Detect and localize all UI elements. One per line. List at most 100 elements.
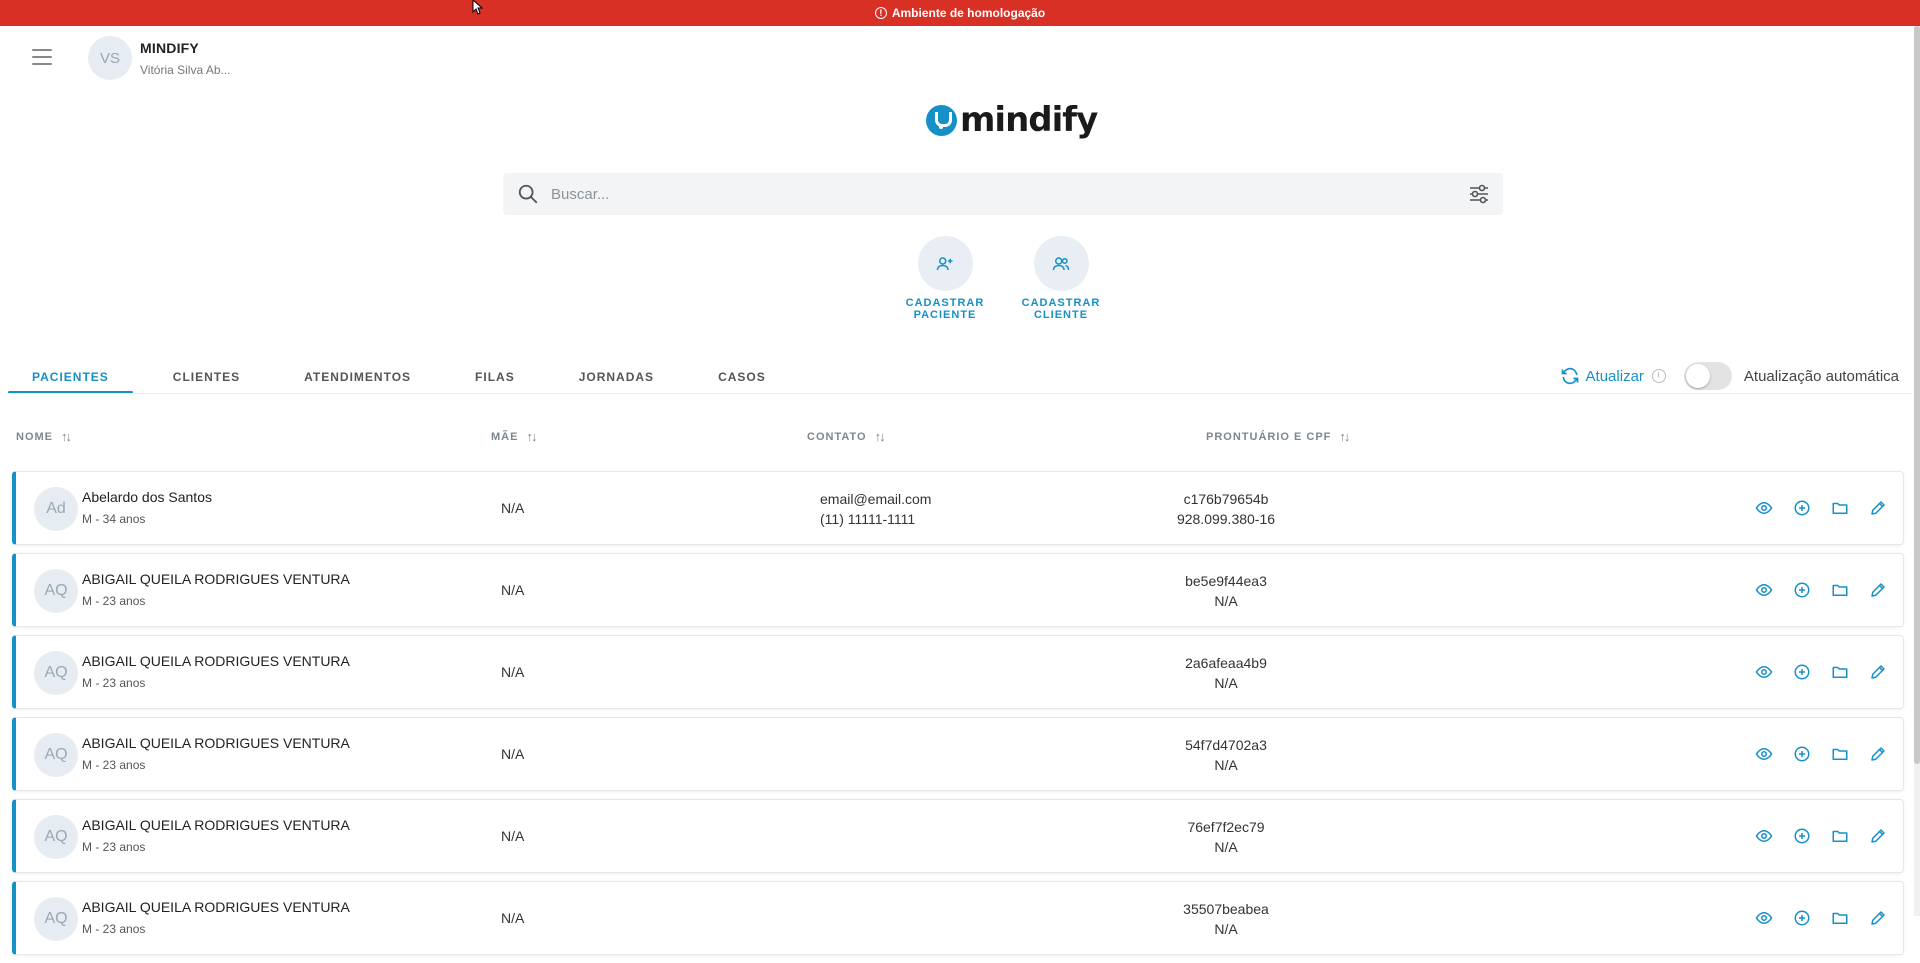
patient-row[interactable]: AQ ABIGAIL QUEILA RODRIGUES VENTURA M - … xyxy=(12,799,1904,873)
tab-jornadas[interactable]: JORNADAS xyxy=(555,362,678,392)
patient-cpf: 928.099.380-16 xyxy=(1176,511,1276,527)
avatar: AQ xyxy=(34,897,78,941)
add-circle-icon[interactable] xyxy=(1791,907,1813,929)
patient-mother: N/A xyxy=(501,664,525,680)
account-switcher[interactable]: VS MINDIFY Vitória Silva Ab... xyxy=(88,36,231,80)
folder-icon[interactable] xyxy=(1829,497,1851,519)
edit-icon[interactable] xyxy=(1867,579,1889,601)
column-header-mother-label: MÃE xyxy=(491,430,519,443)
add-circle-icon[interactable] xyxy=(1791,825,1813,847)
view-icon[interactable] xyxy=(1753,907,1775,929)
patient-cpf: N/A xyxy=(1214,757,1238,773)
patient-record-id: c176b79654b xyxy=(1183,491,1269,507)
filter-settings-icon[interactable] xyxy=(1467,182,1491,206)
avatar: AQ xyxy=(34,569,78,613)
search-input[interactable] xyxy=(551,185,1467,203)
refresh-button[interactable]: Atualizar xyxy=(1560,366,1644,386)
add-user-icon xyxy=(936,256,953,270)
view-icon[interactable] xyxy=(1753,825,1775,847)
folder-icon[interactable] xyxy=(1829,907,1851,929)
add-circle-icon[interactable] xyxy=(1791,579,1813,601)
register-patient-label: CADASTRAR PACIENTE xyxy=(905,297,985,321)
patient-email: email@email.com xyxy=(820,491,932,507)
search-bar xyxy=(503,173,1503,215)
patient-record-id: 2a6afeaa4b9 xyxy=(1185,655,1267,671)
refresh-icon xyxy=(1561,367,1578,385)
register-client-button[interactable]: CADASTRAR CLIENTE xyxy=(1006,236,1116,321)
view-icon[interactable] xyxy=(1753,497,1775,519)
sort-icon: ↑↓ xyxy=(526,429,537,444)
edit-icon[interactable] xyxy=(1867,497,1889,519)
row-actions xyxy=(1753,825,1889,847)
view-icon[interactable] xyxy=(1753,743,1775,765)
edit-icon[interactable] xyxy=(1867,907,1889,929)
tab-casos[interactable]: CASOS xyxy=(694,362,790,392)
patient-mother: N/A xyxy=(501,746,525,762)
patient-cpf: N/A xyxy=(1214,593,1238,609)
patient-record-id: 54f7d4702a3 xyxy=(1185,737,1267,753)
circle xyxy=(917,236,973,291)
avatar: AQ xyxy=(34,733,78,777)
logo-text: mindify xyxy=(960,100,1098,140)
column-header-contact[interactable]: CONTATO ↑↓ xyxy=(807,429,886,444)
folder-icon[interactable] xyxy=(1829,579,1851,601)
view-icon[interactable] xyxy=(1753,661,1775,683)
tab-atendimentos[interactable]: ATENDIMENTOS xyxy=(280,362,435,392)
tab-bar: PACIENTES CLIENTES ATENDIMENTOS FILAS JO… xyxy=(8,362,790,394)
auto-refresh-toggle[interactable] xyxy=(1683,362,1732,390)
patient-record-id: be5e9f44ea3 xyxy=(1185,573,1267,589)
page-scrollbar[interactable] xyxy=(1914,26,1920,916)
tab-filas[interactable]: FILAS xyxy=(451,362,539,392)
patient-row[interactable]: AQ ABIGAIL QUEILA RODRIGUES VENTURA M - … xyxy=(12,881,1904,955)
refresh-label: Atualizar xyxy=(1585,367,1644,385)
register-patient-button[interactable]: CADASTRAR PACIENTE xyxy=(890,236,1000,321)
register-client-label: CADASTRAR CLIENTE xyxy=(1021,297,1101,321)
patient-record: be5e9f44ea3 N/A xyxy=(1126,571,1326,611)
folder-icon[interactable] xyxy=(1829,825,1851,847)
scrollbar-thumb[interactable] xyxy=(1914,26,1920,764)
patient-row[interactable]: AQ ABIGAIL QUEILA RODRIGUES VENTURA M - … xyxy=(12,553,1904,627)
row-actions xyxy=(1753,497,1889,519)
clock-icon xyxy=(1651,369,1666,383)
account-user-name: Vitória Silva Ab... xyxy=(140,62,231,77)
edit-icon[interactable] xyxy=(1867,661,1889,683)
row-actions xyxy=(1753,743,1889,765)
view-icon[interactable] xyxy=(1753,579,1775,601)
edit-icon[interactable] xyxy=(1867,743,1889,765)
logo-mark-icon xyxy=(926,104,957,136)
patient-name: Abelardo dos Santos xyxy=(82,489,212,505)
patient-record: 54f7d4702a3 N/A xyxy=(1126,735,1326,775)
sort-icon: ↑↓ xyxy=(61,429,72,444)
column-header-mother[interactable]: MÃE ↑↓ xyxy=(491,429,537,444)
refresh-controls: Atualizar Atualização automática xyxy=(1560,362,1899,390)
folder-icon[interactable] xyxy=(1829,743,1851,765)
tab-clientes[interactable]: CLIENTES xyxy=(149,362,264,392)
row-actions xyxy=(1753,661,1889,683)
mouse-cursor-icon xyxy=(472,0,484,15)
tab-pacientes[interactable]: PACIENTES xyxy=(8,362,133,394)
column-header-name[interactable]: NOME ↑↓ xyxy=(16,429,72,444)
menu-icon[interactable] xyxy=(30,47,54,67)
patient-record: 2a6afeaa4b9 N/A xyxy=(1126,653,1326,693)
edit-icon[interactable] xyxy=(1867,825,1889,847)
patient-row[interactable]: AQ ABIGAIL QUEILA RODRIGUES VENTURA M - … xyxy=(12,635,1904,709)
avatar: AQ xyxy=(34,815,78,859)
auto-refresh-label: Atualização automática xyxy=(1743,367,1899,385)
add-circle-icon[interactable] xyxy=(1791,497,1813,519)
folder-icon[interactable] xyxy=(1829,661,1851,683)
patient-row[interactable]: Ad Abelardo dos Santos M - 34 anos N/A e… xyxy=(12,471,1904,545)
add-circle-icon[interactable] xyxy=(1791,743,1813,765)
avatar: AQ xyxy=(34,651,78,695)
patient-name: ABIGAIL QUEILA RODRIGUES VENTURA xyxy=(82,735,350,751)
alert-icon: ! xyxy=(874,7,887,19)
patient-mother: N/A xyxy=(501,500,525,516)
add-circle-icon[interactable] xyxy=(1791,661,1813,683)
patient-gender-age: M - 23 anos xyxy=(82,840,146,854)
column-header-record[interactable]: PRONTUÁRIO E CPF ↑↓ xyxy=(1206,429,1350,444)
patient-name: ABIGAIL QUEILA RODRIGUES VENTURA xyxy=(82,899,350,915)
patient-row[interactable]: AQ ABIGAIL QUEILA RODRIGUES VENTURA M - … xyxy=(12,717,1904,791)
circle xyxy=(1033,236,1089,291)
avatar: Ad xyxy=(34,487,78,531)
patient-name: ABIGAIL QUEILA RODRIGUES VENTURA xyxy=(82,817,350,833)
patient-record: 76ef7f2ec79 N/A xyxy=(1126,817,1326,857)
